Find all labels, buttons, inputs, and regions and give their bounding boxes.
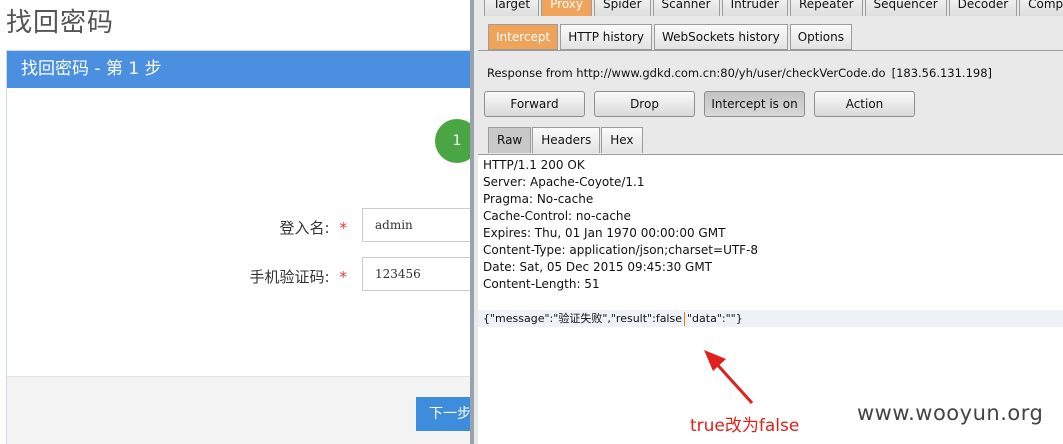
- tab-target[interactable]: Target: [484, 0, 540, 16]
- tab-hex[interactable]: Hex: [601, 127, 643, 153]
- form-footer: 下一步: [7, 376, 472, 444]
- tab-proxy[interactable]: Proxy: [541, 0, 592, 16]
- header-line: HTTP/1.1 200 OK: [483, 158, 585, 172]
- proxy-tab-bar: Intercept HTTP history WebSockets histor…: [488, 24, 854, 50]
- tab-intercept[interactable]: Intercept: [488, 24, 559, 50]
- intercept-toggle-button[interactable]: Intercept is on: [704, 91, 805, 117]
- main-tab-bar: Target Proxy Spider Scanner Intruder Rep…: [484, 0, 1063, 16]
- step-panel: 找回密码 - 第 1 步 1 登入名: * admin 手机验证码: * 12345…: [6, 50, 472, 444]
- response-source: Response from http://www.gdkd.com.cn:80/…: [487, 66, 992, 80]
- next-step-button[interactable]: 下一步: [416, 397, 472, 431]
- header-line: Date: Sat, 05 Dec 2015 09:45:30 GMT: [483, 260, 713, 274]
- verify-code-label-text: 手机验证码:: [249, 268, 330, 286]
- tab-intruder[interactable]: Intruder: [721, 0, 788, 16]
- page-title: 找回密码: [6, 8, 115, 38]
- tab-options[interactable]: Options: [789, 24, 852, 50]
- tab-headers[interactable]: Headers: [532, 127, 601, 153]
- header-line: Expires: Thu, 01 Jan 1970 00:00:00 GMT: [483, 226, 726, 240]
- action-button[interactable]: Action: [814, 91, 915, 117]
- verify-code-input[interactable]: 123456: [362, 257, 472, 291]
- tab-divider: [478, 50, 1063, 51]
- header-line: Server: Apache-Coyote/1.1: [483, 175, 645, 189]
- step-indicator: 1: [435, 119, 472, 163]
- login-name-input[interactable]: admin: [362, 208, 472, 242]
- login-name-label: 登入名: *: [217, 217, 347, 238]
- header-line: Pragma: No-cache: [483, 192, 594, 206]
- verify-code-label: 手机验证码: *: [217, 266, 347, 287]
- header-line: Content-Length: 51: [483, 277, 600, 291]
- tab-raw[interactable]: Raw: [488, 127, 532, 153]
- response-url: Response from http://www.gdkd.com.cn:80/…: [487, 66, 886, 80]
- burp-suite-window: Target Proxy Spider Scanner Intruder Rep…: [470, 0, 1063, 444]
- tab-sequencer[interactable]: Sequencer: [864, 0, 947, 16]
- response-headers: HTTP/1.1 200 OK Server: Apache-Coyote/1.…: [483, 157, 758, 293]
- tab-scanner[interactable]: Scanner: [652, 0, 720, 16]
- message-view-tabs: Raw Headers Hex: [488, 127, 644, 153]
- body-text-before-caret: {"message":"验证失败","result":false: [483, 312, 682, 325]
- watermark: www.wooyun.org: [857, 401, 1044, 425]
- tab-repeater[interactable]: Repeater: [789, 0, 863, 16]
- forward-button[interactable]: Forward: [484, 91, 585, 117]
- header-line: Content-Type: application/json;charset=U…: [483, 243, 759, 257]
- required-mark: *: [339, 268, 348, 286]
- tab-http-history[interactable]: HTTP history: [560, 24, 653, 50]
- annotation-label: true改为false: [690, 416, 800, 436]
- step-header: 找回密码 - 第 1 步: [7, 51, 472, 88]
- response-editor[interactable]: HTTP/1.1 200 OK Server: Apache-Coyote/1.…: [478, 154, 1063, 444]
- drop-button[interactable]: Drop: [594, 91, 695, 117]
- tab-websockets-history[interactable]: WebSockets history: [654, 24, 788, 50]
- login-name-label-text: 登入名:: [279, 219, 330, 237]
- body-text-after-caret: "data":""}: [687, 312, 743, 325]
- response-ip: [183.56.131.198]: [891, 66, 993, 80]
- tab-decoder[interactable]: Decoder: [948, 0, 1018, 16]
- password-recovery-page: 找回密码 找回密码 - 第 1 步 1 登入名: * admin 手机验证码: * …: [0, 0, 472, 444]
- tab-comparer[interactable]: Comparer: [1019, 0, 1063, 16]
- text-caret: [684, 312, 685, 326]
- required-mark: *: [339, 219, 348, 237]
- response-body-line: {"message":"验证失败","result":false "data":"…: [478, 310, 1063, 327]
- annotation-arrow-icon: [704, 350, 754, 405]
- tab-spider[interactable]: Spider: [594, 0, 651, 16]
- header-line: Cache-Control: no-cache: [483, 209, 631, 223]
